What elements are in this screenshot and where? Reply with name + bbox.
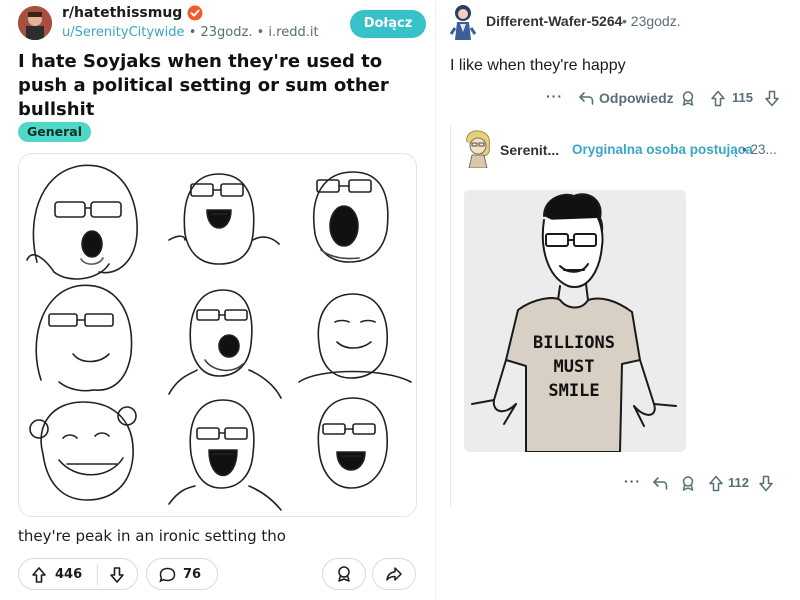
post-image[interactable]: [18, 153, 417, 517]
post-card: r/hatethissmug u/SerenityCitywide • 23go…: [0, 0, 435, 600]
soyjak-face-5: [168, 289, 282, 399]
upvote-icon[interactable]: [708, 475, 724, 492]
post-byline: u/SerenityCitywide • 23godz. • i.redd.it: [62, 25, 319, 40]
soyjak-face-1: [26, 164, 138, 280]
soyjak-face-3: [313, 171, 389, 263]
post-caption: they're peak in an ironic setting tho: [18, 527, 286, 545]
post-header: r/hatethissmug u/SerenityCitywide • 23go…: [18, 4, 426, 44]
post-flair[interactable]: General: [18, 122, 91, 142]
comment-avatar[interactable]: [463, 130, 493, 168]
vote-control: 446: [18, 558, 138, 590]
reply-button[interactable]: Odpowiedz: [599, 90, 674, 106]
share-button[interactable]: [372, 558, 416, 590]
soyjak-grid-illustration: [26, 164, 412, 511]
comment-image[interactable]: BILLIONS MUST SMILE: [464, 190, 686, 452]
soyjak-face-6: [298, 293, 412, 383]
downvote-icon[interactable]: [758, 475, 774, 492]
soyjak-face-2: [168, 173, 280, 265]
award-icon[interactable]: [680, 90, 696, 107]
comment-score: 115: [732, 90, 753, 105]
soyjak-face-4: [35, 284, 133, 392]
comment-score: 112: [728, 475, 749, 490]
more-icon[interactable]: ···: [624, 473, 641, 489]
post-time: 23godz.: [200, 25, 253, 40]
downvote-icon[interactable]: [764, 90, 780, 107]
op-badge: Oryginalna osoba postująca: [572, 142, 753, 157]
comment-icon: [159, 567, 176, 583]
reply-icon[interactable]: [652, 475, 668, 491]
shirt-text-line-1: BILLIONS: [533, 333, 615, 353]
more-icon[interactable]: ···: [546, 88, 563, 104]
shirt-text-line-3: SMILE: [548, 381, 599, 401]
comments-button[interactable]: 76: [146, 558, 218, 590]
downvote-icon[interactable]: [109, 566, 125, 584]
award-icon: [338, 566, 350, 582]
award-icon[interactable]: [680, 475, 696, 492]
comment-author[interactable]: Different-Wafer-5264: [486, 13, 622, 29]
soyjak-face-9: [317, 397, 388, 489]
vote-divider: [97, 565, 98, 585]
post-action-bar: 446 76: [18, 558, 417, 590]
comment-actions: ··· 112: [624, 473, 796, 494]
upvote-count: 446: [55, 567, 83, 582]
subreddit-avatar[interactable]: [18, 6, 52, 40]
upvote-icon[interactable]: [710, 90, 726, 107]
post-domain[interactable]: i.redd.it: [268, 25, 318, 40]
shirt-text-line-2: MUST: [554, 357, 595, 377]
share-icon: [386, 567, 402, 581]
upvote-icon[interactable]: [31, 566, 47, 584]
reply-icon[interactable]: [578, 90, 594, 106]
award-button[interactable]: [322, 558, 366, 590]
join-button[interactable]: Dołącz: [350, 10, 426, 38]
comments-panel: Different-Wafer-5264 • 23godz. I like wh…: [436, 0, 800, 600]
comment-actions: ··· Odpowiedz 115: [546, 88, 796, 109]
separator-dot: •: [256, 25, 265, 40]
comment-time: • 23...: [742, 142, 777, 157]
subreddit-name[interactable]: r/hatethissmug: [62, 5, 182, 21]
comment-count: 76: [183, 567, 202, 582]
thread-line[interactable]: [450, 126, 451, 506]
separator-dot: •: [188, 25, 197, 40]
comment-time: • 23godz.: [622, 13, 681, 29]
comment-author[interactable]: Serenit...: [500, 142, 559, 158]
comment-avatar[interactable]: [450, 4, 476, 40]
soyjak-face-7: [29, 401, 137, 501]
post-title[interactable]: I hate Soyjaks when they're used to push…: [18, 50, 423, 122]
comment-body: I like when they're happy: [450, 57, 626, 74]
post-author[interactable]: u/SerenityCitywide: [62, 25, 185, 40]
billions-must-smile-illustration: BILLIONS MUST SMILE: [464, 190, 686, 452]
verified-badge-icon: [187, 5, 203, 21]
soyjak-face-8: [168, 399, 282, 511]
